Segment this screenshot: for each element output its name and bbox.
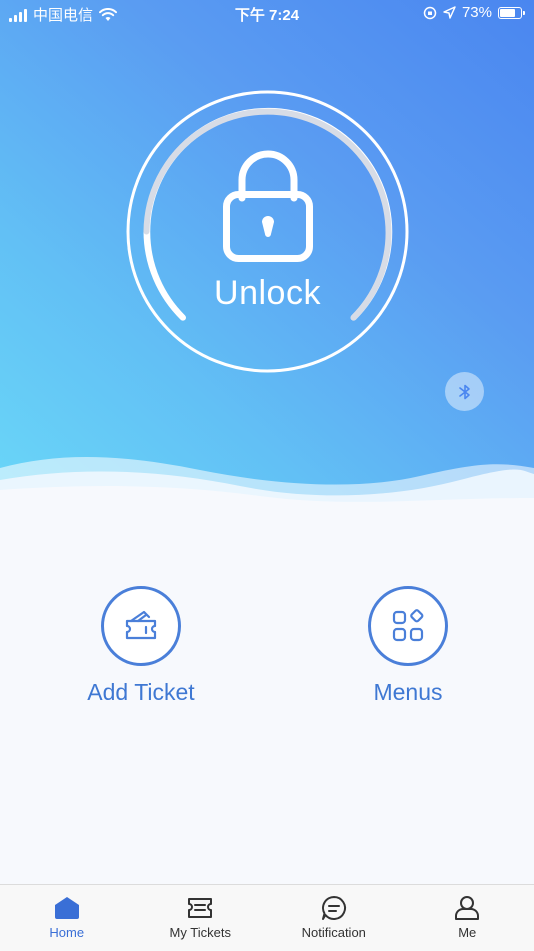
- ticket-icon: [122, 607, 160, 645]
- wave-decoration: [0, 440, 534, 520]
- hero-section: 中国电信 下午 7:24 73%: [0, 0, 534, 520]
- battery-percentage: 73%: [462, 4, 492, 21]
- tab-me-label: Me: [458, 925, 476, 940]
- lock-icon: [222, 146, 314, 266]
- tab-notification[interactable]: Notification: [267, 885, 401, 951]
- home-icon: [53, 895, 81, 921]
- orientation-lock-icon: [423, 6, 437, 20]
- add-ticket-label: Add Ticket: [41, 679, 241, 706]
- tab-home-label: Home: [49, 925, 84, 940]
- tab-notification-label: Notification: [302, 925, 366, 940]
- notification-icon: [320, 895, 348, 921]
- tab-me[interactable]: Me: [401, 885, 534, 951]
- unlock-label: Unlock: [126, 274, 409, 313]
- menus-grid-icon: [390, 608, 426, 644]
- bluetooth-icon: [457, 383, 473, 401]
- tab-my-tickets-label: My Tickets: [170, 925, 231, 940]
- tab-my-tickets[interactable]: My Tickets: [134, 885, 268, 951]
- battery-fill: [500, 9, 515, 17]
- tab-bar: Home My Tickets Notification Me: [0, 884, 534, 951]
- menus-button[interactable]: Menus: [308, 586, 508, 706]
- menus-circle: [368, 586, 448, 666]
- location-icon: [443, 6, 456, 19]
- bluetooth-button[interactable]: [445, 372, 484, 411]
- battery-icon: [498, 7, 522, 19]
- person-icon: [453, 895, 481, 921]
- unlock-button[interactable]: Unlock: [126, 90, 409, 373]
- add-ticket-button[interactable]: Add Ticket: [41, 586, 241, 706]
- menus-label: Menus: [308, 679, 508, 706]
- tickets-icon: [186, 895, 214, 921]
- add-ticket-circle: [101, 586, 181, 666]
- tab-home[interactable]: Home: [0, 885, 134, 951]
- status-bar: 中国电信 下午 7:24 73%: [0, 0, 534, 30]
